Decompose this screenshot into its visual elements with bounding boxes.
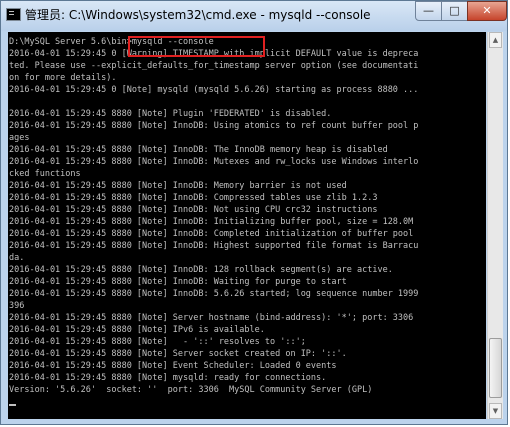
console-lines: D:\MySQL Server 5.6\bin>mysqld --console… bbox=[8, 32, 486, 406]
console-line: cked functions bbox=[9, 169, 81, 179]
console-line: 396 bbox=[9, 301, 25, 311]
scroll-down-button[interactable]: ▼ bbox=[489, 403, 502, 419]
close-button[interactable]: ✕ bbox=[467, 1, 507, 21]
title-bar[interactable]: 管理员: C:\Windows\system32\cmd.exe - mysql… bbox=[1, 1, 507, 31]
console-line: ages bbox=[9, 133, 30, 143]
maximize-button[interactable]: □ bbox=[441, 1, 468, 21]
console-line: 2016-04-01 15:29:45 8880 [Note] InnoDB: … bbox=[9, 289, 419, 299]
cmd-app-icon[interactable] bbox=[6, 8, 21, 21]
console-line: 2016-04-01 15:29:45 8880 [Note] InnoDB: … bbox=[9, 229, 414, 239]
console-line: ted. Please use --explicit_defaults_for_… bbox=[9, 61, 419, 71]
console-line: 2016-04-01 15:29:45 8880 [Note] Event Sc… bbox=[9, 361, 337, 371]
console-line: 2016-04-01 15:29:45 8880 [Note] Server h… bbox=[9, 313, 414, 323]
console-line: 2016-04-01 15:29:45 8880 [Note] InnoDB: … bbox=[9, 277, 347, 287]
console-line: on for more details). bbox=[9, 73, 117, 83]
vertical-scrollbar[interactable]: ▲ ▼ bbox=[487, 32, 503, 419]
console-line: 2016-04-01 15:29:45 8880 [Note] InnoDB: … bbox=[9, 217, 414, 227]
console-line: 2016-04-01 15:29:45 8880 [Note] mysqld: … bbox=[9, 373, 327, 383]
console-line: 2016-04-01 15:29:45 8880 [Note] InnoDB: … bbox=[9, 193, 378, 203]
console-line: 2016-04-01 15:29:45 8880 [Note] InnoDB: … bbox=[9, 121, 419, 131]
console-line: Version: '5.6.26' socket: '' port: 3306 … bbox=[9, 385, 373, 395]
console-line: 2016-04-01 15:29:45 8880 [Note] IPv6 is … bbox=[9, 325, 265, 335]
scroll-up-button[interactable]: ▲ bbox=[489, 32, 502, 48]
console-line: 2016-04-01 15:29:45 8880 [Note] Plugin '… bbox=[9, 109, 332, 119]
console-line: 2016-04-01 15:29:45 8880 [Note] InnoDB: … bbox=[9, 205, 378, 215]
command-highlight-box bbox=[128, 36, 265, 57]
console-line: 2016-04-01 15:29:45 8880 [Note] - '::' r… bbox=[9, 337, 306, 347]
console-line: da. bbox=[9, 253, 25, 263]
cmd-window: 管理员: C:\Windows\system32\cmd.exe - mysql… bbox=[0, 0, 508, 425]
console-line: 2016-04-01 15:29:45 8880 [Note] InnoDB: … bbox=[9, 265, 393, 275]
console-line: 2016-04-01 15:29:45 8880 [Note] InnoDB: … bbox=[9, 145, 388, 155]
console-line: 2016-04-01 15:29:45 8880 [Note] InnoDB: … bbox=[9, 241, 419, 251]
window-title: 管理员: C:\Windows\system32\cmd.exe - mysql… bbox=[25, 8, 371, 22]
console-line: 2016-04-01 15:29:45 0 [Note] mysqld (mys… bbox=[9, 85, 419, 95]
console-output-area[interactable]: D:\MySQL Server 5.6\bin>mysqld --console… bbox=[8, 32, 486, 419]
console-line: 2016-04-01 15:29:45 8880 [Note] InnoDB: … bbox=[9, 181, 347, 191]
console-line: 2016-04-01 15:29:45 8880 [Note] Server s… bbox=[9, 349, 347, 359]
console-line: 2016-04-01 15:29:45 8880 [Note] InnoDB: … bbox=[9, 157, 419, 167]
text-cursor bbox=[9, 404, 16, 406]
minimize-button[interactable]: — bbox=[415, 1, 442, 21]
scrollbar-thumb[interactable] bbox=[489, 338, 502, 398]
